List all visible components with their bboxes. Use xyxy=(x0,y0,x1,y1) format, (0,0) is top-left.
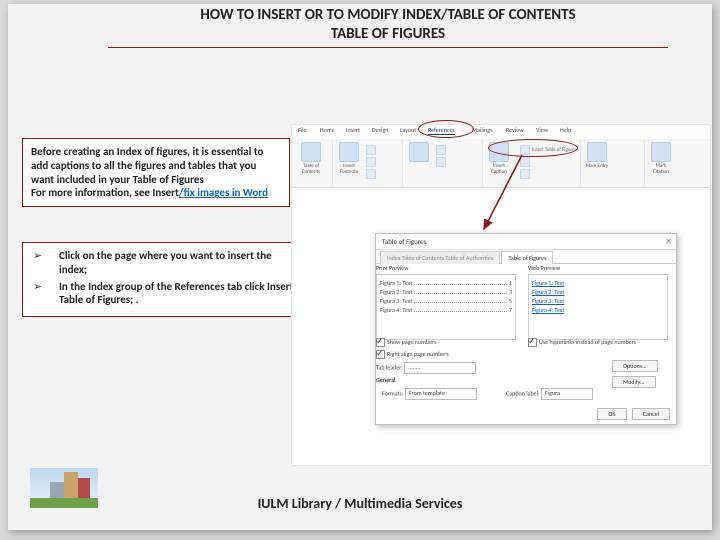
btn-caption-label: Insert Caption xyxy=(491,163,507,175)
btn-sm[interactable] xyxy=(366,157,378,167)
general-label: General xyxy=(376,376,396,384)
btn-table-of-contents[interactable]: Table of Contents xyxy=(298,142,324,175)
tab-mailings[interactable]: Mailings xyxy=(472,126,492,134)
slide-title: HOW TO INSERT OR TO MODIFY INDEX/TABLE O… xyxy=(108,6,668,48)
cancel-button[interactable]: Cancel xyxy=(632,408,670,420)
instruction-box-intro: Before creating an Index of figures, it … xyxy=(22,138,290,207)
lbl: Caption label: xyxy=(506,389,540,397)
btn-mark-citation-label: Mark Citation xyxy=(653,163,669,175)
table-of-figures-dialog: Table of Figures ✕ Index Table of Conten… xyxy=(375,233,677,425)
pv-l: Figura 1: Text xyxy=(532,279,564,287)
title-line2: TABLE OF FIGURES xyxy=(331,25,445,43)
instruction-box-steps: Click on the page where you want to inse… xyxy=(22,242,304,317)
btn-mark-entry[interactable]: Mark Entry xyxy=(584,142,610,169)
btn-sm[interactable] xyxy=(366,145,378,155)
btn-sm[interactable] xyxy=(436,157,448,167)
ribbon-tab-bar: File Home Insert Design Layout Reference… xyxy=(292,125,710,140)
word-screenshot: File Home Insert Design Layout Reference… xyxy=(291,124,711,466)
step-item: Click on the page where you want to inse… xyxy=(45,249,295,277)
btn-sm[interactable] xyxy=(520,157,532,167)
highlight-references-tab xyxy=(418,120,474,138)
btn-label: Modify... xyxy=(612,376,656,388)
caption-label-select[interactable]: Figura xyxy=(541,388,593,400)
tab-leader-select[interactable]: ........ xyxy=(404,362,476,374)
btn-insert-footnote[interactable]: Insert Footnote xyxy=(336,142,362,175)
chk-use-hyperlinks[interactable]: Use hyperlinks instead of page numbers xyxy=(528,338,636,347)
btn-mark-citation[interactable]: Mark Citation xyxy=(648,142,674,175)
web-preview-label: Web Preview xyxy=(528,264,560,272)
pv-r: 5 xyxy=(509,297,512,305)
dialog-title: Table of Figures xyxy=(382,237,426,246)
caption-label-field: Caption label: Figura xyxy=(506,388,593,400)
btn-research[interactable] xyxy=(406,142,432,163)
pv-r: 1 xyxy=(509,279,512,287)
dialog-title-bar: Table of Figures ✕ xyxy=(376,234,676,250)
title-line1: HOW TO INSERT OR TO MODIFY INDEX/TABLE O… xyxy=(200,6,575,24)
btn-sm[interactable] xyxy=(520,169,532,179)
dlg-tab-tof[interactable]: Table of Figures xyxy=(501,251,553,264)
chk-label: Use hyperlinks instead of page numbers xyxy=(539,338,636,346)
chk-show-page-numbers[interactable]: Show page numbers xyxy=(376,338,436,347)
footer-text: IULM Library / Multimedia Services xyxy=(8,495,712,512)
tab-home[interactable]: Home xyxy=(320,126,335,134)
group-footnotes: Insert Footnote xyxy=(332,139,403,187)
step-item: In the Index group of the References tab… xyxy=(45,280,295,308)
pv-l: Figura 1: Text xyxy=(380,279,412,287)
btn-sm[interactable] xyxy=(366,169,378,179)
tab-view[interactable]: View xyxy=(536,126,548,134)
intro-text-b: For more information, see Insert xyxy=(31,186,179,199)
dialog-body: Print Preview Web Preview Figura 1: Text… xyxy=(376,264,676,408)
modify-button[interactable]: Modify... xyxy=(608,376,656,388)
tab-file[interactable]: File xyxy=(298,126,307,134)
tab-layout[interactable]: Layout xyxy=(400,126,416,134)
intro-text-a: Before creating an Index of figures, it … xyxy=(31,145,263,186)
lbl: Formats: xyxy=(382,389,404,397)
web-preview-pane: Figura 1: Text Figura 2: Text Figura 3: … xyxy=(528,274,668,340)
group-toc: Table of Contents xyxy=(292,139,333,187)
options-button[interactable]: Options... xyxy=(608,360,658,372)
pv-l: Figura 2: Text xyxy=(532,288,564,296)
print-preview-pane: Figura 1: Text 1 Figura 2: Text 3 Figura 3… xyxy=(376,274,516,340)
formats-field: Formats: From template xyxy=(382,388,477,400)
btn-sm[interactable] xyxy=(436,145,448,155)
btn-label: Options... xyxy=(612,360,658,372)
tab-help[interactable]: Help xyxy=(560,126,571,134)
tab-design[interactable]: Design xyxy=(372,126,388,134)
pv-l: Figura 4: Text xyxy=(380,306,412,314)
chk-label: Right align page numbers xyxy=(387,350,449,358)
btn-toc-label: Table of Contents xyxy=(302,163,320,175)
chk-right-align[interactable]: Right align page numbers xyxy=(376,350,449,359)
tab-leader-field: Tab leader: ........ xyxy=(376,362,476,374)
highlight-insert-tof xyxy=(488,139,578,157)
group-index: Mark Entry xyxy=(580,139,645,187)
insert-fix-images-link[interactable]: /fix images in Word xyxy=(179,186,268,199)
dialog-footer: OK Cancel xyxy=(593,408,670,420)
group-authorities: Mark Citation xyxy=(644,139,710,187)
lbl: Tab leader: xyxy=(376,363,403,371)
dlg-tab-other[interactable]: Index Table of Contents Table of Authori… xyxy=(380,251,500,264)
slide: HOW TO INSERT OR TO MODIFY INDEX/TABLE O… xyxy=(8,4,712,530)
formats-select[interactable]: From template xyxy=(405,388,477,400)
tab-review[interactable]: Review xyxy=(506,126,523,134)
tab-insert[interactable]: Insert xyxy=(346,126,360,134)
dialog-tabs: Index Table of Contents Table of Authori… xyxy=(376,250,676,264)
pv-l: Figura 2: Text xyxy=(380,288,412,296)
pv-r: 3 xyxy=(509,288,512,296)
ok-button[interactable]: OK xyxy=(597,408,626,420)
pv-l: Figura 3: Text xyxy=(380,297,412,305)
close-icon[interactable]: ✕ xyxy=(665,237,672,247)
chk-label: Show page numbers xyxy=(387,338,436,346)
pv-r: 7 xyxy=(509,306,512,314)
group-research xyxy=(402,139,483,187)
btn-footnote-label: Insert Footnote xyxy=(340,163,359,175)
btn-mark-entry-label: Mark Entry xyxy=(586,163,609,169)
print-preview-label: Print Preview xyxy=(376,264,408,272)
pv-l: Figura 3: Text xyxy=(532,297,564,305)
pv-l: Figura 4: Text xyxy=(532,306,564,314)
